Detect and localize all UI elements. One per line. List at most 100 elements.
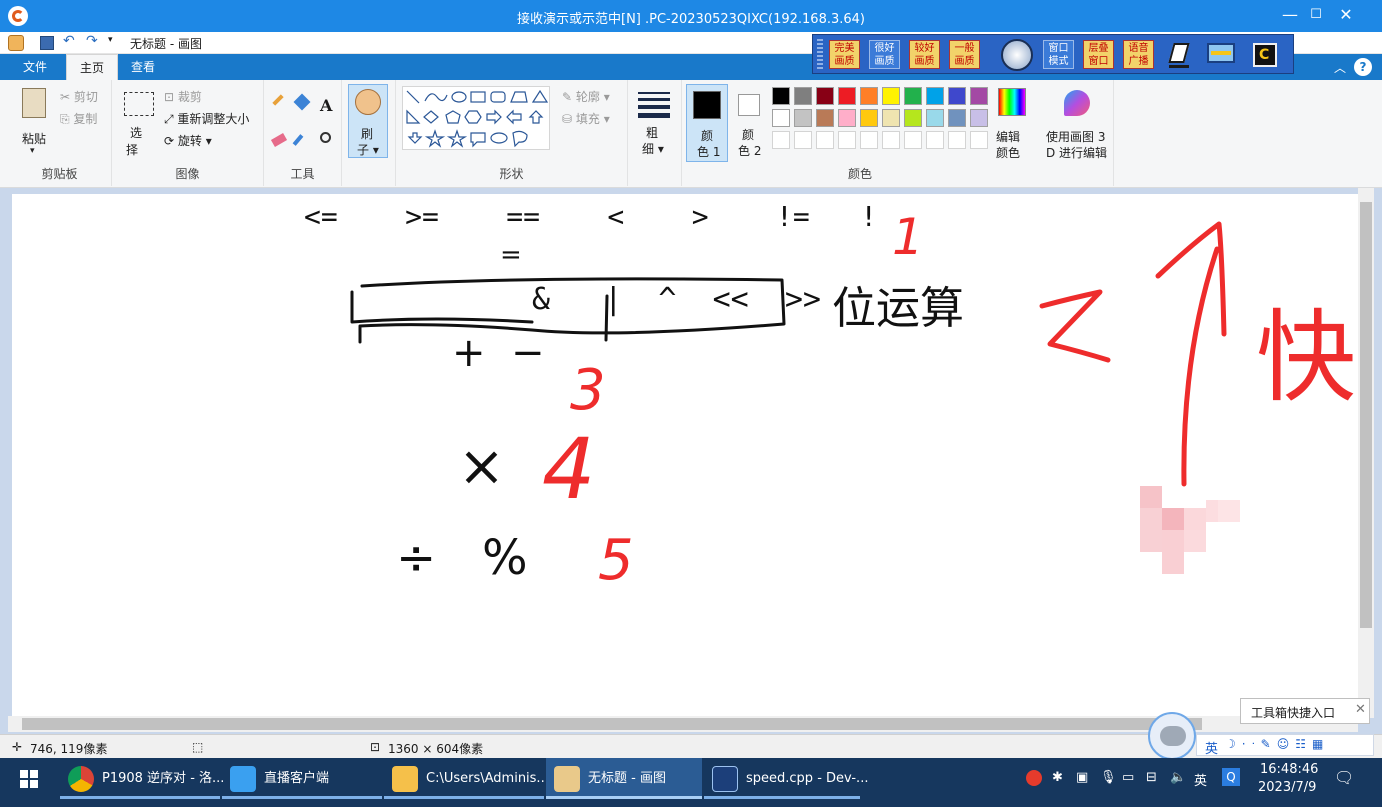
fill-bucket-icon[interactable]	[293, 93, 311, 111]
tray-app-icon[interactable]: ▣	[1076, 770, 1088, 785]
resize-button[interactable]: ⤢ 重新调整大小	[164, 110, 249, 127]
customize-qat-icon[interactable]: ▾	[108, 35, 113, 45]
normal-quality-button[interactable]: 一般 画质	[949, 40, 980, 69]
taskbar-explorer[interactable]: C:\Users\Adminis...	[384, 758, 549, 799]
exit-icon[interactable]: C	[1249, 39, 1281, 71]
tab-file[interactable]: 文件	[0, 54, 70, 80]
color-picker-icon[interactable]	[292, 134, 304, 146]
pencil-icon[interactable]	[272, 94, 284, 106]
battery-icon[interactable]: ▭	[1122, 770, 1134, 785]
microphone-icon[interactable]: 🎙	[1100, 770, 1117, 785]
vertical-scroll-thumb[interactable]	[1360, 202, 1372, 628]
palette-swatch[interactable]	[904, 109, 922, 127]
paste-button[interactable]: 粘贴 ▾	[16, 86, 52, 160]
assistant-avatar-icon[interactable]	[1148, 712, 1196, 760]
redo-icon[interactable]: ↷	[86, 33, 98, 49]
undo-icon[interactable]: ↶	[63, 33, 75, 49]
close-button[interactable]: ✕	[1326, 4, 1366, 28]
ime-lang[interactable]: 英	[1205, 738, 1218, 757]
save-icon[interactable]	[40, 36, 54, 50]
cut-button[interactable]: ✂ 剪切	[60, 88, 98, 105]
palette-swatch[interactable]	[794, 131, 812, 149]
vertical-scrollbar[interactable]	[1358, 188, 1374, 718]
good-quality-button[interactable]: 很好 画质	[869, 40, 900, 69]
palette-swatch[interactable]	[970, 87, 988, 105]
brushes-button[interactable]: 刷 子 ▾	[348, 84, 388, 158]
palette-swatch[interactable]	[794, 109, 812, 127]
taskbar-devcpp[interactable]: speed.cpp - Dev-...	[704, 758, 868, 799]
perfect-quality-button[interactable]: 完美 画质	[829, 40, 860, 69]
network-icon[interactable]: ⊟	[1146, 770, 1157, 785]
palette-swatch[interactable]	[860, 109, 878, 127]
palette-swatch[interactable]	[772, 131, 790, 149]
palette-swatch[interactable]	[816, 109, 834, 127]
color2-button[interactable]: 颜 色 2	[732, 84, 768, 162]
palette-swatch[interactable]	[882, 109, 900, 127]
volume-icon[interactable]: 🔈	[1170, 770, 1186, 785]
eraser-icon[interactable]	[270, 133, 288, 147]
palette-swatch[interactable]	[948, 87, 966, 105]
palette-swatch[interactable]	[970, 109, 988, 127]
toolbox-close-icon[interactable]: ✕	[1355, 702, 1366, 717]
voice-broadcast-button[interactable]: 语音 广播	[1123, 40, 1154, 69]
outline-button[interactable]: ✎ 轮廓 ▾	[562, 88, 610, 105]
help-icon[interactable]: ?	[1354, 58, 1372, 76]
shapes-gallery[interactable]	[402, 86, 550, 150]
taskbar-live-client[interactable]: 直播客户端	[222, 758, 382, 799]
collapse-ribbon-icon[interactable]: ︿	[1334, 59, 1346, 76]
palette-swatch[interactable]	[926, 109, 944, 127]
palette-swatch[interactable]	[948, 131, 966, 149]
palette-swatch[interactable]	[860, 131, 878, 149]
toolbox-tooltip[interactable]: 工具箱快捷入口 ✕	[1240, 698, 1370, 724]
view-mode-icon[interactable]	[1001, 39, 1033, 71]
window-mode-button[interactable]: 窗口 模式	[1043, 40, 1074, 69]
taskbar-paint[interactable]: 无标题 - 画图	[546, 758, 702, 799]
search-tray-icon[interactable]: Q	[1222, 768, 1240, 786]
red-two-shape	[1039, 289, 1111, 363]
palette-swatch[interactable]	[904, 87, 922, 105]
fill-button[interactable]: ⛁ 填充 ▾	[562, 110, 610, 127]
palette-swatch[interactable]	[860, 87, 878, 105]
better-quality-button[interactable]: 较好 画质	[909, 40, 940, 69]
notifications-icon[interactable]: 🗨	[1334, 768, 1354, 787]
drawing-canvas[interactable]: <= >= == < > != ! = & | ^ << >> 位运算 + − …	[12, 194, 1358, 718]
start-button[interactable]	[20, 770, 38, 788]
clock-time[interactable]: 16:48:46	[1260, 762, 1318, 777]
palette-swatch[interactable]	[816, 131, 834, 149]
remote-control-icon[interactable]	[1205, 39, 1237, 71]
palette-swatch[interactable]	[882, 131, 900, 149]
clock-date[interactable]: 2023/7/9	[1258, 780, 1316, 795]
edit-colors-button[interactable]: 编辑 颜色	[992, 84, 1036, 162]
palette-swatch[interactable]	[926, 131, 944, 149]
tab-view[interactable]: 查看	[118, 54, 168, 80]
palette-swatch[interactable]	[882, 87, 900, 105]
palette-swatch[interactable]	[794, 87, 812, 105]
color1-button[interactable]: 颜 色 1	[686, 84, 728, 162]
crop-button[interactable]: ⊡ 裁剪	[164, 88, 202, 105]
palette-swatch[interactable]	[772, 87, 790, 105]
tab-home[interactable]: 主页	[66, 54, 118, 80]
bluetooth-icon[interactable]: ✱	[1052, 770, 1063, 785]
rotate-button[interactable]: ⟳ 旋转 ▾	[164, 132, 212, 149]
record-icon[interactable]	[1026, 770, 1042, 786]
palette-swatch[interactable]	[772, 109, 790, 127]
lock-screen-icon[interactable]	[1165, 39, 1195, 71]
paint3d-button[interactable]: 使用画图 3 D 进行编辑	[1042, 84, 1112, 162]
copy-button[interactable]: ⎘ 复制	[60, 110, 97, 127]
palette-swatch[interactable]	[970, 131, 988, 149]
size-button[interactable]: 粗 细 ▾	[634, 86, 674, 158]
horizontal-scroll-thumb[interactable]	[22, 718, 1202, 730]
taskbar-chrome[interactable]: P1908 逆序对 - 洛...	[60, 758, 224, 799]
palette-swatch[interactable]	[926, 87, 944, 105]
tray-ime[interactable]: 英	[1194, 770, 1207, 789]
select-button[interactable]: 选 择	[120, 88, 156, 160]
palette-swatch[interactable]	[838, 109, 856, 127]
palette-swatch[interactable]	[904, 131, 922, 149]
palette-swatch[interactable]	[838, 131, 856, 149]
palette-swatch[interactable]	[816, 87, 834, 105]
magnifier-icon[interactable]	[320, 132, 331, 143]
palette-swatch[interactable]	[948, 109, 966, 127]
cascade-windows-button[interactable]: 层叠 窗口	[1083, 40, 1114, 69]
text-icon[interactable]: A	[320, 96, 332, 115]
palette-swatch[interactable]	[838, 87, 856, 105]
